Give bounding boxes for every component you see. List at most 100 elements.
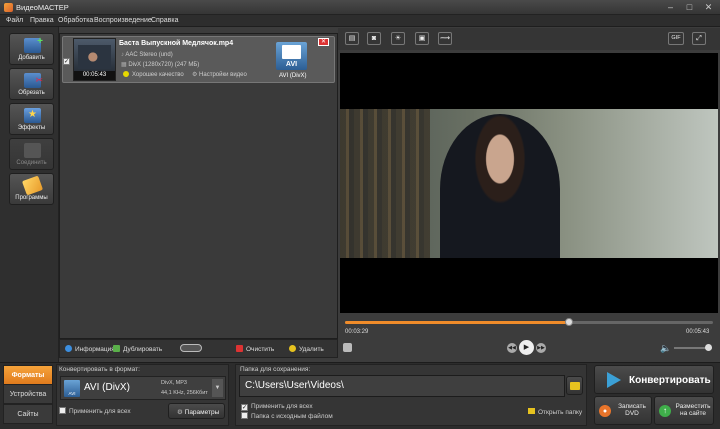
remove-file-icon[interactable]: ✕ [318, 38, 329, 46]
clear-label: Очистить [246, 346, 275, 353]
play-icon[interactable]: ▶ [519, 340, 534, 355]
snapshot-icon[interactable] [343, 343, 352, 352]
apply-all-checkbox[interactable]: Применить для всех [59, 407, 131, 415]
info-button[interactable]: Информация [65, 345, 115, 353]
film-strip-icon[interactable]: ▤ [345, 32, 359, 45]
seek-bar[interactable] [345, 318, 713, 326]
clear-button[interactable]: Очистить [236, 345, 274, 353]
publish-line-2: на сайте [679, 410, 707, 417]
quality-indicator[interactable]: Хорошее качество [123, 71, 184, 78]
delete-button[interactable]: Удалить [289, 345, 324, 353]
bookshelf-background [340, 109, 430, 258]
format-dropdown-icon[interactable]: ▼ [212, 379, 223, 397]
format-avi-badge: AVI [68, 391, 76, 396]
volume-handle[interactable] [705, 344, 712, 351]
video-settings-link[interactable]: ⚙ Настройки видео [192, 71, 247, 78]
gif-button[interactable]: GIF [668, 32, 684, 45]
video-settings-label: Настройки видео [199, 72, 247, 78]
minimize-icon[interactable]: – [665, 2, 676, 13]
settings-icon: ⚙ [192, 72, 200, 78]
thumbnail-scene [78, 45, 111, 69]
window-title: ВидеоМАСТЕР [16, 3, 69, 12]
burn-dvd-line-2: DVD [625, 410, 639, 417]
close-icon[interactable]: ✕ [703, 2, 714, 13]
format-selector[interactable]: AVI AVI (DivX) DivX, MP3 44,1 KHz, 256Кб… [60, 376, 226, 400]
cut-film-icon: ✂ [24, 73, 43, 88]
params-button[interactable]: ⚙ Параметры [168, 403, 225, 419]
crop-icon[interactable]: ◙ [367, 32, 381, 45]
tab-sites[interactable]: Сайты [3, 404, 53, 424]
menu-edit[interactable]: Правка [30, 17, 54, 24]
browse-folder-button[interactable] [566, 376, 583, 395]
info-label: Информация [75, 346, 115, 353]
quality-dot-icon [123, 71, 129, 77]
output-format-badge[interactable]: AVI [276, 42, 307, 70]
params-label: Параметры [184, 409, 220, 416]
clear-icon [236, 345, 243, 352]
output-format-label: AVI (DivX) [279, 73, 307, 79]
upload-globe-icon: ↑ [659, 405, 671, 417]
open-folder-icon [528, 408, 535, 414]
duplicate-button[interactable]: Дублировать [113, 345, 162, 353]
burn-dvd-line-1: Записать [618, 403, 646, 410]
publish-button[interactable]: ↑ Разместить на сайте [654, 396, 714, 425]
view-toggle[interactable] [180, 344, 202, 354]
cut-label: Обрезать [18, 90, 45, 96]
programs-icon [21, 175, 44, 196]
open-folder-link[interactable]: Открыть папку [528, 408, 582, 416]
burn-dvd-button[interactable]: Записать DVD [594, 396, 652, 425]
convert-button[interactable]: Конвертировать [594, 365, 714, 394]
format-codecs: DivX, MP3 [161, 380, 187, 386]
menu-bar: Файл Правка Обработка Воспроизведение Сп… [0, 15, 720, 27]
same-folder-label: Папка с исходным файлом [251, 413, 333, 420]
app-logo-icon [4, 3, 13, 12]
same-folder-checkbox[interactable]: Папка с исходным файлом [241, 412, 333, 420]
current-time: 00:03:29 [345, 329, 369, 335]
menu-playback[interactable]: Воспроизведение [94, 17, 152, 24]
open-folder-label: Открыть папку [538, 409, 583, 416]
add-button[interactable]: + Добавить [9, 33, 54, 65]
delete-label: Удалить [299, 346, 324, 353]
video-info: ▦ DivX (1280x720) (247 МБ) [121, 61, 199, 68]
view-toggle-icon [180, 344, 202, 352]
add-label: Добавить [18, 55, 45, 61]
list-toolbar: Информация Дублировать Очистить Удалить [59, 339, 338, 358]
save-path-field[interactable]: C:\Users\User\Videos\ [239, 375, 565, 397]
previous-frame-icon[interactable]: ◀◀ [507, 343, 517, 353]
format-document-icon [282, 45, 301, 59]
convert-arrow-icon [607, 372, 621, 388]
audio-info-text: AAC Stereo (und) [125, 52, 173, 58]
format-avi-icon: AVI [64, 380, 80, 397]
menu-file[interactable]: Файл [6, 17, 23, 24]
convert-label: Конвертировать [629, 375, 711, 386]
player-toolbar: ▤ ◙ ☀ ▣ ⟿ GIF ⤢ [338, 28, 720, 50]
tab-devices[interactable]: Устройства [3, 384, 53, 404]
volume-slider[interactable] [674, 344, 712, 351]
join-button[interactable]: Соединить [9, 138, 54, 170]
seek-progress [345, 321, 570, 324]
cut-button[interactable]: ✂ Обрезать [9, 68, 54, 100]
title-bar: ВидеоМАСТЕР – □ ✕ [0, 0, 720, 15]
apply-all-save-checkbox[interactable]: ✓ Применить для всех [241, 403, 313, 411]
watermark-icon[interactable]: ▣ [415, 32, 429, 45]
maximize-icon[interactable]: □ [684, 2, 695, 13]
seek-handle[interactable] [565, 318, 574, 326]
volume-icon[interactable]: 🔈 [660, 343, 671, 354]
next-frame-icon[interactable]: ▶▶ [536, 343, 546, 353]
video-thumbnail[interactable]: 00:05:43 [73, 38, 116, 81]
output-badge-label: AVI [285, 61, 298, 68]
speed-icon[interactable]: ⟿ [438, 32, 452, 45]
menu-help[interactable]: Справка [151, 17, 178, 24]
fullscreen-icon[interactable]: ⤢ [692, 32, 706, 45]
menu-processing[interactable]: Обработка [58, 17, 93, 24]
file-checkbox[interactable]: ✓ [63, 57, 73, 65]
effects-button[interactable]: ★ Эффекты [9, 103, 54, 135]
format-audio-params: 44,1 KHz, 256Кбит [161, 390, 208, 396]
total-time: 00:05:43 [686, 329, 710, 335]
quality-label: Хорошее качество [132, 72, 184, 78]
programs-button[interactable]: Программы [9, 173, 54, 205]
brightness-icon[interactable]: ☀ [391, 32, 405, 45]
video-frame [340, 109, 718, 258]
file-name: Баста Выпускной Медлячок.mp4 [119, 40, 234, 47]
tab-formats[interactable]: Форматы [3, 365, 53, 385]
